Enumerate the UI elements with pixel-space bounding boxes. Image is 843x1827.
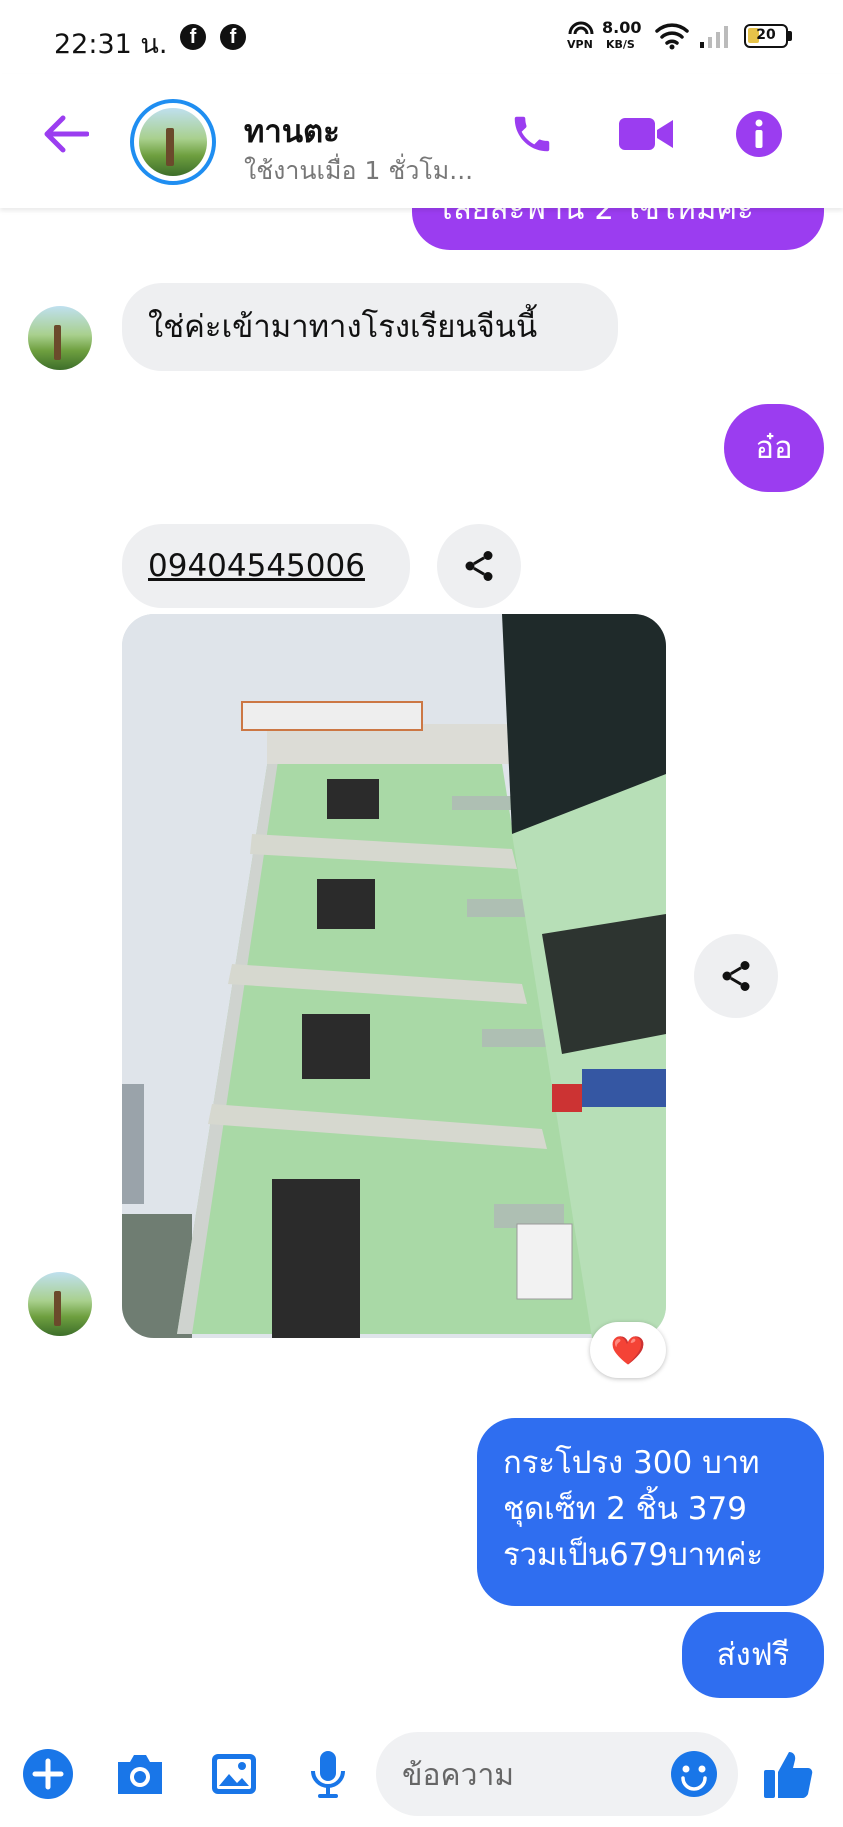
building-photo-illustration — [122, 614, 666, 1338]
back-arrow-icon — [44, 115, 89, 153]
phone-icon — [514, 116, 550, 152]
share-icon — [465, 551, 493, 581]
status-time: 22:31 น. — [54, 29, 168, 60]
message-input[interactable]: ข้อความ — [376, 1732, 738, 1816]
emoji-button[interactable] — [668, 1748, 720, 1800]
gallery-button[interactable] — [206, 1746, 262, 1802]
sender-avatar[interactable] — [28, 306, 92, 370]
sender-avatar[interactable] — [28, 1272, 92, 1336]
plus-icon — [23, 1749, 73, 1799]
contact-name[interactable]: ทานตะ — [244, 106, 340, 156]
price-line-2: ชุดเซ็ท 2 ชิ้น 379 — [503, 1491, 747, 1527]
phone-number-link[interactable]: 09404545006 — [148, 548, 365, 584]
emoji-icon — [671, 1751, 717, 1797]
vpn-label: VPN — [567, 38, 593, 51]
presence-status: ใช้งานเมื่อ 1 ชั่วโม... — [244, 156, 474, 185]
contact-avatar-ring[interactable] — [130, 99, 216, 185]
wifi-icon — [655, 23, 689, 50]
thumbs-up-icon — [764, 1752, 813, 1798]
image-icon — [212, 1754, 256, 1794]
signal-icon — [700, 26, 728, 48]
net-speed-value: 8.00 — [602, 18, 642, 37]
facebook-notification-icon: f — [180, 24, 206, 50]
battery-tip — [788, 31, 792, 41]
net-speed-unit: KB/S — [606, 38, 635, 51]
share-photo-button[interactable] — [694, 934, 778, 1018]
info-button[interactable] — [727, 102, 791, 166]
outgoing-message[interactable]: อ๋อ — [724, 404, 824, 492]
microphone-icon — [311, 1751, 345, 1798]
battery-icon: 20 — [744, 24, 788, 48]
price-line-1: กระโปรง 300 บาท — [503, 1445, 760, 1481]
conversation-header: ทานตะ ใช้งานเมื่อ 1 ชั่วโม... — [0, 74, 843, 208]
status-bar: 22:31 น. f f VPN 8.00 KB/S 20 — [0, 0, 843, 74]
heart-reaction-icon: ❤️ — [610, 1333, 646, 1367]
phone-number-message[interactable]: 09404545006 — [122, 524, 410, 608]
battery-level: 20 — [756, 27, 776, 43]
voice-call-button[interactable] — [502, 104, 562, 164]
outgoing-message-text: ส่งฟรี — [716, 1637, 790, 1673]
back-button[interactable] — [36, 104, 96, 164]
outgoing-message-text: อ๋อ — [755, 430, 793, 466]
price-line-3: รวมเป็น679บาทค่ะ — [503, 1537, 764, 1573]
info-icon — [736, 111, 782, 157]
voice-message-button[interactable] — [300, 1746, 356, 1802]
outgoing-price-message[interactable]: กระโปรง 300 บาท ชุดเซ็ท 2 ชิ้น 379 รวมเป… — [477, 1418, 824, 1606]
video-camera-icon — [619, 118, 673, 150]
composer-bar: ข้อความ — [0, 1718, 843, 1827]
heart-reaction[interactable]: ❤️ — [590, 1322, 666, 1378]
more-actions-button[interactable] — [20, 1746, 76, 1802]
message-input-placeholder: ข้อความ — [402, 1758, 515, 1793]
like-button[interactable] — [756, 1742, 820, 1806]
incoming-message-text: ใช่ค่ะเข้ามาทางโรงเรียนจีนนี้ — [148, 309, 538, 345]
outgoing-message[interactable]: ส่งฟรี — [682, 1612, 824, 1698]
share-icon — [722, 961, 750, 991]
video-call-button[interactable] — [614, 104, 678, 164]
share-button[interactable] — [437, 524, 521, 608]
camera-button[interactable] — [112, 1746, 168, 1802]
camera-icon — [118, 1755, 162, 1794]
facebook-notification-icon-2: f — [220, 24, 246, 50]
contact-avatar — [139, 108, 207, 176]
incoming-message[interactable]: ใช่ค่ะเข้ามาทางโรงเรียนจีนนี้ — [122, 283, 618, 371]
shared-photo[interactable] — [122, 614, 666, 1338]
